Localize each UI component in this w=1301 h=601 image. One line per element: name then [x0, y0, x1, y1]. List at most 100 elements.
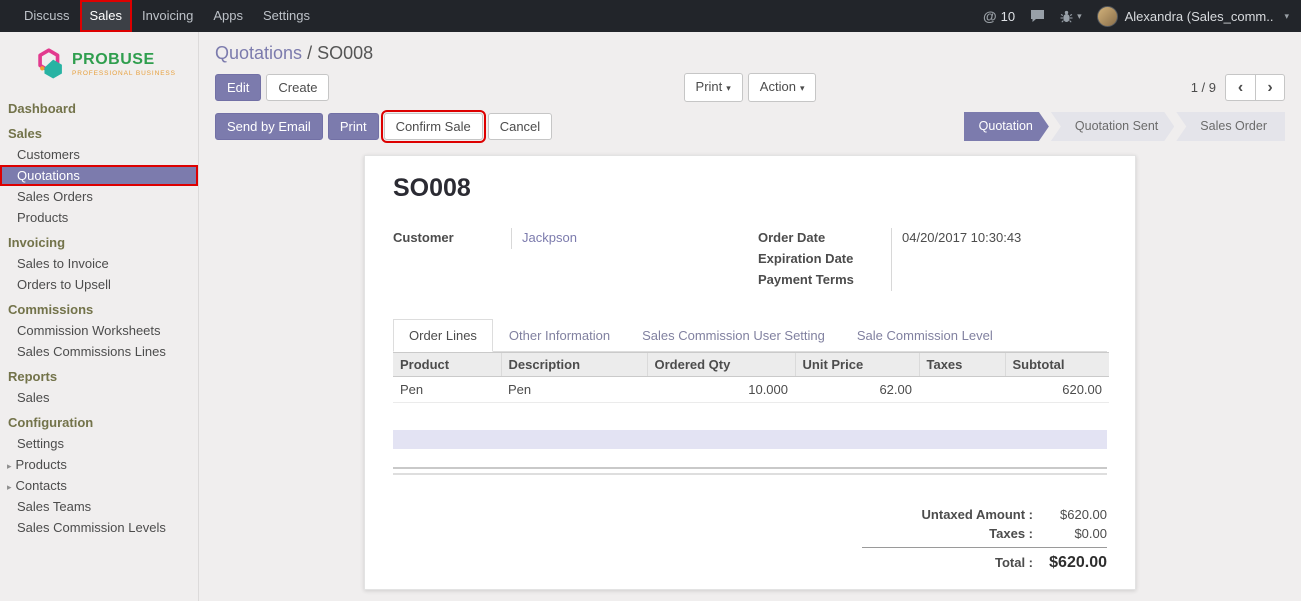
- mention-counter[interactable]: @ 10: [983, 8, 1015, 24]
- status-quotation[interactable]: Quotation: [964, 112, 1049, 141]
- sidebar-item-label: Products: [16, 457, 67, 472]
- edit-button[interactable]: Edit: [215, 74, 261, 101]
- top-menu: Discuss Sales Invoicing Apps Settings: [0, 0, 320, 32]
- expiration-date-value: [891, 249, 1107, 270]
- caret-down-icon: ▾: [726, 83, 731, 93]
- sidebar-item-orders-to-upsell[interactable]: Orders to Upsell: [0, 274, 198, 295]
- total-value: $620.00: [1033, 554, 1107, 572]
- sidebar-heading-reports[interactable]: Reports: [0, 362, 198, 387]
- topbar-systray: @ 10 ▾ Alexandra (Sales_comm.. ▾: [983, 0, 1301, 32]
- form-buttons: Send by Email Print Confirm Sale Cancel: [215, 113, 552, 140]
- col-product: Product: [393, 353, 501, 377]
- user-name: Alexandra (Sales_comm..: [1125, 9, 1274, 24]
- separator-line: [393, 473, 1107, 475]
- sidebar-item-customers[interactable]: Customers: [0, 144, 198, 165]
- action-dropdown[interactable]: Action▾: [748, 73, 817, 102]
- app-window: Discuss Sales Invoicing Apps Settings @ …: [0, 0, 1301, 601]
- tab-other-information[interactable]: Other Information: [493, 319, 626, 352]
- content-area: Quotations / SO008 Edit Create Print▾ Ac…: [199, 32, 1301, 601]
- menu-apps[interactable]: Apps: [203, 0, 253, 32]
- sidebar-item-quotations[interactable]: Quotations: [0, 165, 198, 186]
- chevron-right-icon: ▸: [7, 482, 12, 492]
- main-area: PROBUSE PROFESSIONAL BUSINESS Dashboard …: [0, 32, 1301, 601]
- pager: ‹ ›: [1225, 74, 1285, 101]
- expiration-date-label: Expiration Date: [758, 249, 891, 270]
- field-groups: Customer Jackpson Order Date 04/20/2017 …: [393, 228, 1107, 291]
- confirm-sale-button[interactable]: Confirm Sale: [384, 113, 483, 140]
- logo-title: PROBUSE: [72, 52, 176, 68]
- notebook-tabs: Order Lines Other Information Sales Comm…: [393, 319, 1107, 352]
- cell-unit-price: 62.00: [795, 377, 919, 403]
- control-panel: Edit Create Print▾ Action▾ 1 / 9 ‹ ›: [215, 73, 1285, 102]
- probuse-logo[interactable]: PROBUSE PROFESSIONAL BUSINESS: [0, 32, 198, 94]
- print-button[interactable]: Print: [328, 113, 379, 140]
- probuse-logo-icon: [36, 48, 66, 80]
- user-menu[interactable]: Alexandra (Sales_comm.. ▾: [1097, 6, 1289, 27]
- print-dropdown[interactable]: Print▾: [684, 73, 743, 102]
- tab-order-lines[interactable]: Order Lines: [393, 319, 493, 352]
- cell-subtotal: 620.00: [1005, 377, 1109, 403]
- sidebar-item-commission-worksheets[interactable]: Commission Worksheets: [0, 320, 198, 341]
- sidebar-nav: Dashboard Sales Customers Quotations Sal…: [0, 94, 198, 538]
- sidebar-item-sales-teams[interactable]: Sales Teams: [0, 496, 198, 517]
- form-toolbar: Send by Email Print Confirm Sale Cancel …: [215, 112, 1285, 141]
- pager-value: 1 / 9: [1191, 80, 1216, 95]
- col-description: Description: [501, 353, 647, 377]
- sidebar-heading-invoicing[interactable]: Invoicing: [0, 228, 198, 253]
- menu-invoicing[interactable]: Invoicing: [132, 0, 203, 32]
- tab-sale-commission-level[interactable]: Sale Commission Level: [841, 319, 1009, 352]
- quotation-sheet: SO008 Customer Jackpson Order Date 04/20…: [364, 155, 1136, 590]
- order-lines-table: Product Description Ordered Qty Unit Pri…: [393, 352, 1109, 403]
- breadcrumb-quotations[interactable]: Quotations: [215, 43, 302, 63]
- sidebar-item-sales-orders[interactable]: Sales Orders: [0, 186, 198, 207]
- menu-discuss[interactable]: Discuss: [14, 0, 80, 32]
- sidebar-item-products[interactable]: Products: [0, 207, 198, 228]
- sidebar-item-config-products[interactable]: ▸Products: [0, 454, 198, 475]
- top-navbar: Discuss Sales Invoicing Apps Settings @ …: [0, 0, 1301, 32]
- sidebar-item-settings[interactable]: Settings: [0, 433, 198, 454]
- cell-product: Pen: [393, 377, 501, 403]
- sidebar-item-sales-to-invoice[interactable]: Sales to Invoice: [0, 253, 198, 274]
- sidebar-item-sales-commission-levels[interactable]: Sales Commission Levels: [0, 517, 198, 538]
- caret-down-icon: ▾: [800, 83, 805, 93]
- breadcrumb-separator: /: [307, 43, 312, 63]
- menu-sales[interactable]: Sales: [80, 0, 133, 32]
- customer-value[interactable]: Jackpson: [511, 228, 742, 249]
- sidebar-heading-configuration[interactable]: Configuration: [0, 408, 198, 433]
- send-by-email-button[interactable]: Send by Email: [215, 113, 323, 140]
- status-sales-order[interactable]: Sales Order: [1176, 112, 1285, 141]
- messages-icon[interactable]: [1030, 9, 1045, 23]
- sidebar-item-reports-sales[interactable]: Sales: [0, 387, 198, 408]
- taxes-value: $0.00: [1033, 526, 1107, 541]
- pager-next-button[interactable]: ›: [1255, 74, 1285, 101]
- col-subtotal: Subtotal: [1005, 353, 1109, 377]
- breadcrumb-current: SO008: [317, 43, 373, 63]
- tab-sales-commission-user-setting[interactable]: Sales Commission User Setting: [626, 319, 841, 352]
- order-line-row[interactable]: Pen Pen 10.000 62.00 620.00: [393, 377, 1109, 403]
- sidebar-heading-commissions[interactable]: Commissions: [0, 295, 198, 320]
- sidebar-item-label: Contacts: [16, 478, 67, 493]
- totals: Untaxed Amount : $620.00 Taxes : $0.00 T…: [862, 505, 1107, 574]
- col-unit-price: Unit Price: [795, 353, 919, 377]
- chat-bubble-icon: [1030, 9, 1045, 23]
- breadcrumb: Quotations / SO008: [215, 32, 1285, 64]
- mention-at-icon: @: [983, 8, 997, 24]
- pager-previous-button[interactable]: ‹: [1225, 74, 1255, 101]
- taxes-label: Taxes :: [989, 526, 1033, 541]
- cell-ordered-qty: 10.000: [647, 377, 795, 403]
- debug-menu[interactable]: ▾: [1060, 10, 1082, 23]
- sidebar-heading-sales[interactable]: Sales: [0, 119, 198, 144]
- sidebar-item-sales-commissions-lines[interactable]: Sales Commissions Lines: [0, 341, 198, 362]
- taxes-row: Taxes : $0.00: [862, 524, 1107, 543]
- create-button[interactable]: Create: [266, 74, 329, 101]
- menu-settings[interactable]: Settings: [253, 0, 320, 32]
- sidebar-item-config-contacts[interactable]: ▸ Contacts: [0, 475, 198, 496]
- status-quotation-sent[interactable]: Quotation Sent: [1051, 112, 1174, 141]
- sidebar-heading-dashboard[interactable]: Dashboard: [0, 94, 198, 119]
- payment-terms-value: [891, 270, 1107, 291]
- total-label: Total :: [995, 555, 1033, 570]
- col-taxes: Taxes: [919, 353, 1005, 377]
- untaxed-amount-row: Untaxed Amount : $620.00: [862, 505, 1107, 524]
- order-date-label: Order Date: [758, 228, 891, 249]
- cancel-button[interactable]: Cancel: [488, 113, 552, 140]
